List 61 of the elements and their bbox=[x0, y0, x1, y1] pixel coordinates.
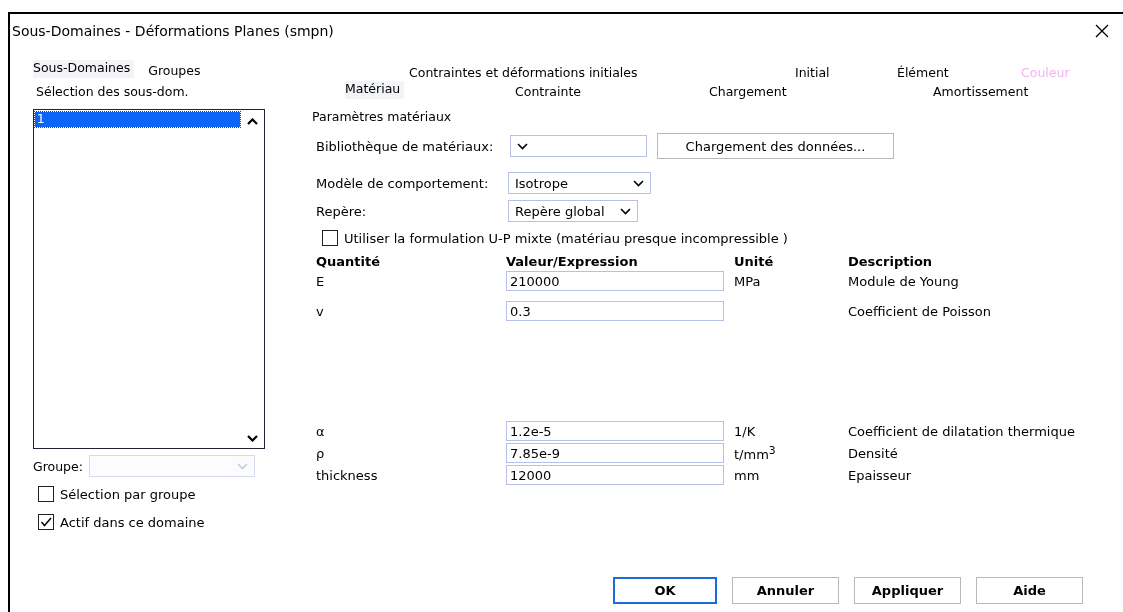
field-label: Modèle de comportement: bbox=[316, 175, 490, 191]
quantity-cell-text: E bbox=[316, 273, 326, 289]
quantity-cell-text: thickness bbox=[316, 467, 379, 483]
unit-cell: 1/K bbox=[734, 423, 756, 439]
section-title: Paramètres matériaux bbox=[312, 109, 453, 124]
load-data-button[interactable]: Chargement des données... bbox=[657, 133, 894, 159]
chevron-down-icon bbox=[633, 179, 644, 187]
tab[interactable]: Groupes bbox=[148, 60, 201, 78]
model-dropdown[interactable]: Isotrope bbox=[508, 172, 651, 194]
tab[interactable]: Amortissement bbox=[933, 81, 1123, 99]
tab[interactable]: Contraintes et déformations initiales bbox=[409, 62, 795, 80]
checkbox[interactable] bbox=[322, 230, 338, 246]
tab[interactable]: Élément bbox=[897, 62, 1021, 80]
close-icon[interactable] bbox=[1095, 24, 1109, 38]
field-label: Repère: bbox=[316, 203, 368, 219]
window-title: Sous-Domaines - Déformations Planes (smpn) bbox=[12, 23, 334, 39]
quantity-cell-text: α bbox=[316, 423, 326, 439]
chevron-down-icon[interactable] bbox=[246, 435, 258, 442]
chevron-up-icon[interactable] bbox=[246, 118, 258, 125]
unit-cell: t/mm$^{3}$ bbox=[734, 447, 776, 463]
chevron-down-icon bbox=[517, 142, 528, 150]
value-input[interactable]: 0.3 bbox=[506, 301, 724, 321]
list-box[interactable]: 1 bbox=[33, 109, 265, 449]
description-cell-text: Densité bbox=[848, 445, 899, 461]
description-cell-text: Epaisseur bbox=[848, 467, 913, 483]
field-label: Bibliothèque de matériaux: bbox=[316, 138, 495, 154]
checkbox-label: Utiliser la formulation U-P mixte (matériau presque incompressible ) bbox=[344, 230, 788, 246]
dialog-button[interactable]: OK bbox=[613, 577, 717, 604]
description-cell-text: Coefficient de dilatation thermique bbox=[848, 423, 1076, 439]
dialog-button[interactable]: Aide bbox=[976, 577, 1083, 604]
tab[interactable]: Initial bbox=[795, 62, 897, 80]
dialog-button[interactable]: Appliquer bbox=[854, 577, 961, 604]
column-header: Quantité bbox=[316, 254, 382, 269]
unit-cell: MPa bbox=[734, 273, 761, 289]
description-cell-text: Coefficient de Poisson bbox=[848, 303, 992, 319]
value-input[interactable]: 210000 bbox=[506, 271, 724, 291]
checkbox-label: Actif dans ce domaine bbox=[60, 514, 205, 530]
value-input[interactable]: 1.2e-5 bbox=[506, 421, 724, 441]
tab[interactable]: Sous-Domaines bbox=[33, 60, 135, 78]
list-label: Sélection des sous-dom. bbox=[36, 84, 190, 99]
quantity-cell-text: v bbox=[316, 303, 325, 319]
checkbox-label: Sélection par groupe bbox=[60, 486, 196, 502]
checkbox[interactable] bbox=[38, 514, 54, 530]
column-header: Valeur/Expression bbox=[506, 254, 639, 269]
column-header: Description bbox=[848, 254, 934, 269]
dialog-button[interactable]: Annuler bbox=[732, 577, 839, 604]
value-input[interactable]: 12000 bbox=[506, 465, 724, 485]
tab[interactable]: Matériau bbox=[345, 81, 405, 99]
description-cell-text: Module de Young bbox=[848, 273, 960, 289]
list-item[interactable]: 1 bbox=[35, 112, 240, 127]
frame-dropdown[interactable]: Repère global bbox=[508, 200, 638, 222]
tab[interactable]: Chargement bbox=[709, 81, 933, 99]
group-label: Groupe: bbox=[33, 458, 83, 474]
chevron-down-icon bbox=[620, 207, 631, 215]
checkbox[interactable] bbox=[38, 486, 54, 502]
chevron-down-icon bbox=[236, 462, 248, 470]
tab[interactable]: Contrainte bbox=[515, 81, 709, 99]
unit-cell: mm bbox=[734, 467, 760, 483]
value-input[interactable]: 7.85e-9 bbox=[506, 443, 724, 463]
column-header: Unité bbox=[734, 254, 775, 269]
quantity-cell-text: ρ bbox=[316, 445, 326, 461]
